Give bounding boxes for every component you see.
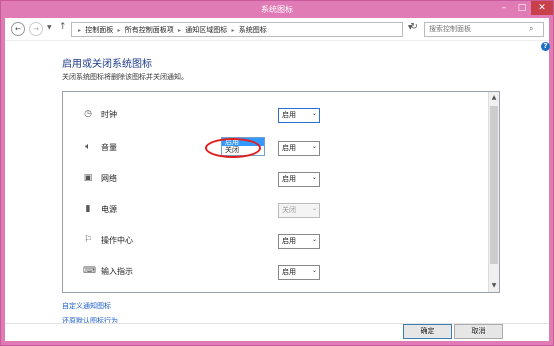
page-description: 关闭系统图标将删除该图标并关闭通知。: [62, 73, 188, 81]
chevron-down-icon: ⌄: [311, 205, 317, 212]
breadcrumb-item[interactable]: 控制面板: [85, 26, 113, 34]
select-value: 关闭: [282, 206, 296, 214]
content: ← → ▼ ↑ ▸ 控制面板 ▸ 所有控制面板项 ▸ 通知区域图标 ▸ 系统图标…: [5, 18, 550, 341]
select-value: 启用: [282, 268, 296, 276]
vertical-scrollbar[interactable]: ▲ ▼: [488, 92, 499, 292]
scroll-down-icon[interactable]: ▼: [490, 281, 498, 291]
window-title: 系统图标: [261, 5, 293, 14]
up-icon[interactable]: ↑: [59, 22, 67, 32]
back-icon[interactable]: ←: [11, 22, 25, 36]
list-item-clock: ◷ 时钟 启用 ⌄: [83, 108, 343, 124]
list-item-label: 时钟: [101, 110, 117, 119]
select-value: 启用: [282, 111, 296, 119]
list-item-label: 输入指示: [101, 267, 133, 276]
navigation-bar: ← → ▼ ↑ ▸ 控制面板 ▸ 所有控制面板项 ▸ 通知区域图标 ▸ 系统图标…: [5, 18, 549, 41]
input-indicator-behavior-select[interactable]: 启用 ⌄: [278, 265, 320, 280]
chevron-down-icon: ⌄: [311, 267, 317, 274]
network-icon: ▣: [83, 173, 93, 183]
forward-icon[interactable]: →: [29, 22, 43, 36]
restore-default-icon-behavior-link[interactable]: 还原默认图标行为: [62, 316, 118, 326]
scrollbar-thumb[interactable]: [490, 106, 498, 264]
list-item-action-center: ⚐ 操作中心 启用 ⌄: [83, 234, 343, 250]
list-item-label: 电源: [101, 205, 117, 214]
clock-behavior-select[interactable]: 启用 ⌄: [278, 108, 320, 123]
annotation-circle: [205, 138, 261, 158]
chevron-down-icon: ⌄: [311, 143, 317, 150]
breadcrumb-item[interactable]: 系统图标: [239, 26, 267, 34]
volume-behavior-select[interactable]: 启用 ⌄: [278, 141, 320, 156]
breadcrumb: ▸ 控制面板 ▸ 所有控制面板项 ▸ 通知区域图标 ▸ 系统图标: [78, 25, 269, 35]
breadcrumb-item[interactable]: 所有控制面板项: [125, 26, 174, 34]
ok-button[interactable]: 确定: [403, 324, 452, 339]
search-input[interactable]: [429, 24, 524, 34]
list-item-label: 网络: [101, 174, 117, 183]
crumb-separator-icon: ▸: [177, 27, 181, 34]
crumb-separator-icon: ▸: [231, 27, 235, 34]
chevron-down-icon: ⌄: [311, 174, 317, 181]
refresh-icon[interactable]: ↻: [408, 22, 420, 35]
clock-icon: ◷: [84, 109, 92, 119]
crumb-separator-icon: ▸: [117, 27, 121, 34]
titlebar: 系统图标 – □ ✕: [1, 1, 553, 18]
help-icon[interactable]: ?: [541, 42, 550, 51]
recent-pages-icon[interactable]: ▼: [47, 24, 52, 31]
crumb-separator-icon: ▸: [78, 27, 82, 34]
minimize-button[interactable]: –: [495, 1, 513, 15]
system-icons-list: ◷ 时钟 启用 ⌄ 🔈︎ 音量 启用 ⌄ ▣ 网络 启用 ⌄ ▮ 电源 关闭 ⌄…: [62, 91, 500, 293]
select-value: 启用: [282, 144, 296, 152]
breadcrumb-item[interactable]: 通知区域图标: [185, 26, 227, 34]
close-button[interactable]: ✕: [531, 1, 553, 15]
search-box[interactable]: ⌕: [424, 22, 544, 37]
select-value: 启用: [282, 175, 296, 183]
address-bar[interactable]: ▸ 控制面板 ▸ 所有控制面板项 ▸ 通知区域图标 ▸ 系统图标 ▼: [71, 22, 413, 37]
list-item-network: ▣ 网络 启用 ⌄: [83, 172, 343, 188]
cancel-button[interactable]: 取消: [454, 324, 503, 339]
page-title: 启用或关闭系统图标: [62, 59, 152, 70]
flag-icon: ⚐: [83, 235, 93, 245]
power-icon: ▮: [85, 204, 91, 214]
chevron-down-icon: ⌄: [311, 110, 317, 117]
chevron-down-icon: ⌄: [311, 236, 317, 243]
customize-notification-icons-link[interactable]: 自定义通知图标: [62, 301, 111, 311]
scroll-up-icon[interactable]: ▲: [490, 93, 498, 103]
keyboard-icon: ⌨: [83, 266, 96, 276]
network-behavior-select[interactable]: 启用 ⌄: [278, 172, 320, 187]
action-center-behavior-select[interactable]: 启用 ⌄: [278, 234, 320, 249]
list-item-input-indicator: ⌨ 输入指示 启用 ⌄: [83, 265, 343, 281]
speaker-icon: 🔈︎: [85, 142, 91, 152]
search-icon[interactable]: ⌕: [529, 24, 533, 34]
window: 系统图标 – □ ✕ ← → ▼ ↑ ▸ 控制面板 ▸ 所有控制面板项 ▸ 通知…: [0, 0, 554, 346]
list-item-label: 音量: [101, 143, 117, 152]
select-value: 启用: [282, 237, 296, 245]
list-item-power: ▮ 电源 关闭 ⌄: [83, 203, 343, 219]
power-behavior-select: 关闭 ⌄: [278, 203, 320, 218]
list-item-label: 操作中心: [101, 236, 133, 245]
maximize-button[interactable]: □: [513, 1, 531, 15]
